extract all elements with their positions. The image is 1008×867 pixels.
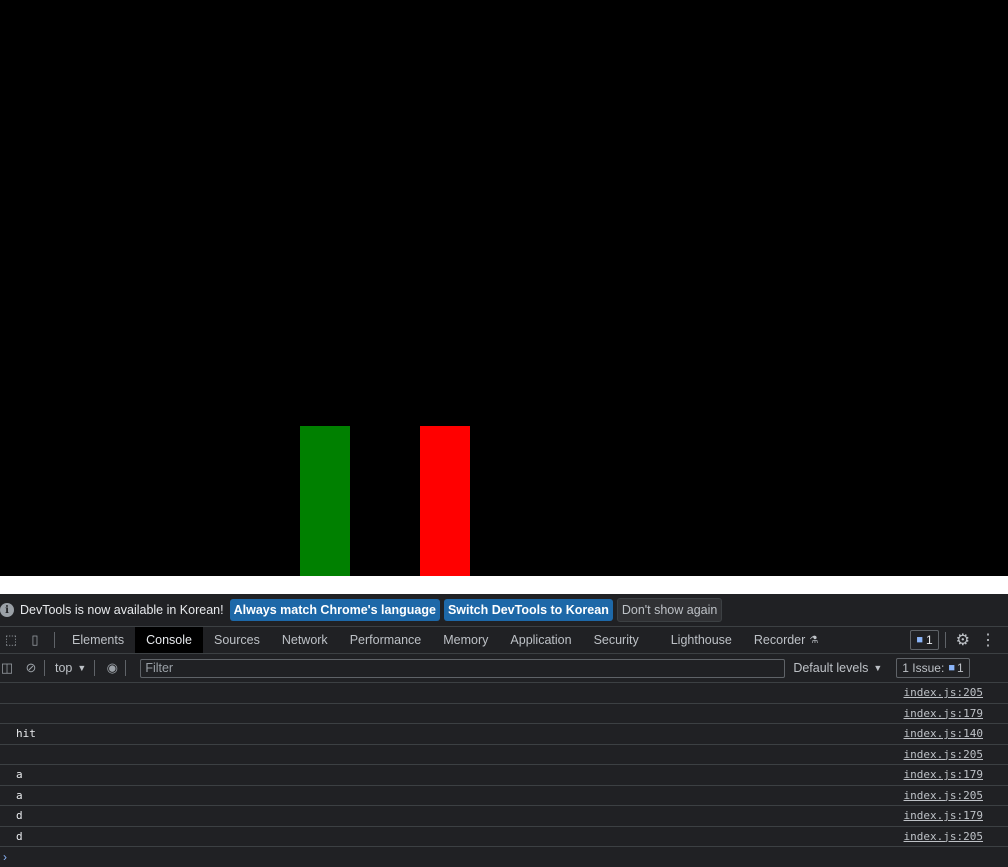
tab-network[interactable]: Network	[271, 627, 339, 653]
tab-recorder[interactable]: Recorder ⚗	[743, 627, 829, 653]
issues-count: 1	[956, 661, 964, 675]
console-row: index.js:205	[0, 683, 1008, 704]
prompt-chevron-icon: ›	[3, 850, 7, 864]
dropdown-arrow-icon: ▼	[77, 663, 87, 673]
console-row: d index.js:179	[0, 806, 1008, 827]
source-link[interactable]: index.js:179	[904, 809, 983, 822]
log-levels-dropdown[interactable]: Default levels ▼	[793, 661, 882, 675]
source-link[interactable]: index.js:140	[904, 727, 983, 740]
devtools-panel: i DevTools is now available in Korean! A…	[0, 594, 1008, 867]
flask-icon: ⚗	[809, 634, 819, 646]
issue-message-icon: ■	[948, 662, 955, 674]
divider	[44, 660, 45, 676]
log-levels-label: Default levels	[793, 661, 869, 675]
filter-input[interactable]: Filter	[140, 658, 786, 678]
gear-icon[interactable]: ⚙	[956, 630, 970, 650]
issues-button[interactable]: 1 Issue: ■ 1	[896, 658, 970, 678]
console-message: hit	[16, 727, 36, 741]
console-row: index.js:179	[0, 704, 1008, 724]
tab-lighthouse[interactable]: Lighthouse	[660, 627, 743, 653]
always-match-language-button[interactable]: Always match Chrome's language	[229, 599, 440, 621]
switch-to-korean-button[interactable]: Switch DevTools to Korean	[443, 599, 613, 621]
source-link[interactable]: index.js:179	[904, 707, 983, 720]
clear-console-icon[interactable]: ⊘	[24, 660, 38, 675]
console-message: d	[16, 809, 23, 823]
console-row: a index.js:179	[0, 765, 1008, 786]
red-enemy-block	[420, 426, 470, 576]
console-row: index.js:205	[0, 745, 1008, 765]
console-messages: index.js:205 index.js:179 hit index.js:14…	[0, 683, 1008, 867]
source-link[interactable]: index.js:205	[904, 748, 983, 761]
divider	[94, 660, 96, 676]
console-message: d	[16, 829, 23, 843]
source-link[interactable]: index.js:205	[904, 789, 983, 802]
source-link[interactable]: index.js:205	[904, 830, 983, 843]
sidebar-toggle-icon[interactable]: ◫	[0, 660, 14, 675]
game-canvas	[0, 0, 1008, 576]
divider	[944, 632, 946, 648]
console-row: a index.js:205	[0, 786, 1008, 806]
dropdown-arrow-icon: ▼	[873, 663, 883, 673]
source-link[interactable]: index.js:205	[904, 686, 983, 699]
tab-security[interactable]: Security	[583, 627, 650, 653]
device-toolbar-icon[interactable]: ▯	[28, 632, 42, 647]
divider	[125, 660, 127, 676]
message-count: 1	[925, 633, 933, 647]
green-player-block	[300, 426, 350, 576]
tab-elements[interactable]: Elements	[61, 627, 135, 653]
context-label: top	[55, 661, 73, 675]
message-icon: ■	[916, 634, 923, 646]
context-selector[interactable]: top ▼	[55, 661, 86, 675]
console-message: a	[16, 768, 23, 782]
console-toolbar: ◫ ⊘ top ▼ ◉ Filter Default levels ▼ 1 Issu…	[0, 654, 1008, 683]
more-options-icon[interactable]: ⋮	[980, 630, 996, 650]
language-infobar: i DevTools is now available in Korean! A…	[0, 594, 1008, 627]
console-row: d index.js:205	[0, 827, 1008, 847]
console-prompt[interactable]: ›	[0, 847, 1008, 867]
tab-recorder-label: Recorder	[753, 633, 806, 647]
inspect-element-icon[interactable]: ⬚	[4, 632, 18, 647]
page-footer-strip	[0, 576, 1008, 594]
console-row: hit index.js:140	[0, 724, 1008, 745]
issues-label: 1 Issue:	[902, 661, 945, 675]
dont-show-again-button[interactable]: Don't show again	[616, 598, 723, 622]
tab-sources[interactable]: Sources	[203, 627, 271, 653]
messages-badge[interactable]: ■ 1	[910, 630, 939, 650]
source-link[interactable]: index.js:179	[904, 768, 983, 781]
tab-application[interactable]: Application	[499, 627, 582, 653]
devtools-tabbar: ⬚ ▯ Elements Console Sources Network Per…	[0, 627, 1008, 654]
tab-performance[interactable]: Performance	[339, 627, 433, 653]
eye-icon[interactable]: ◉	[105, 660, 119, 675]
infobar-message: DevTools is now available in Korean!	[20, 603, 224, 617]
tab-console[interactable]: Console	[135, 627, 203, 653]
tab-memory[interactable]: Memory	[432, 627, 499, 653]
divider	[54, 632, 55, 648]
console-message: a	[16, 788, 23, 802]
info-icon: i	[0, 603, 14, 617]
